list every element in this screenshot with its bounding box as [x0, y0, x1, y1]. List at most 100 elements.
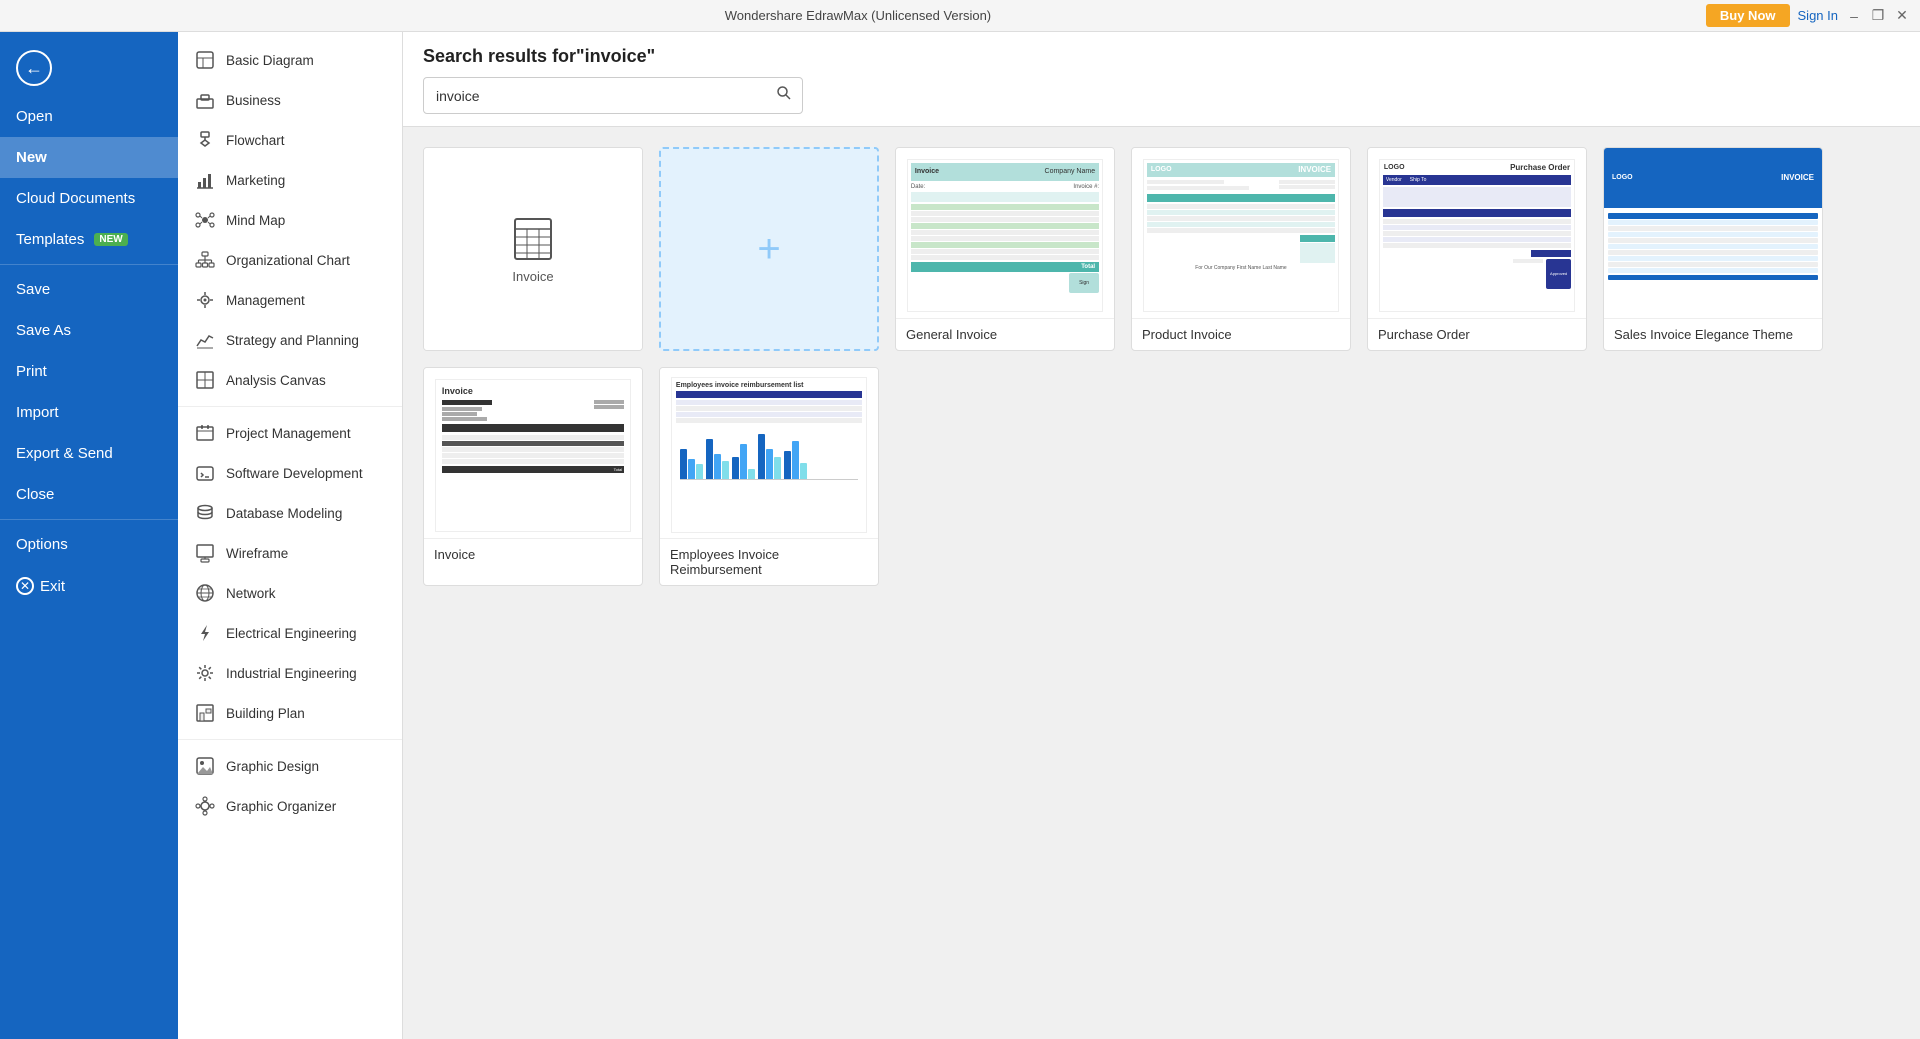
industrial-engineering-label: Industrial Engineering — [226, 666, 357, 681]
graphic-design-label: Graphic Design — [226, 759, 319, 774]
close-label: Close — [16, 486, 54, 503]
category-analysis-canvas[interactable]: Analysis Canvas — [178, 360, 402, 400]
sign-in-button[interactable]: Sign In — [1798, 8, 1838, 23]
invoice-icon-text: Invoice — [512, 269, 553, 284]
purchase-order-label: Purchase Order — [1368, 318, 1586, 350]
product-invoice-card[interactable]: LOGO INVOICE — [1131, 147, 1351, 351]
purchase-order-card[interactable]: LOGO Purchase Order Vendor Ship To — [1367, 147, 1587, 351]
management-icon — [194, 289, 216, 311]
business-icon — [194, 89, 216, 111]
category-organizational-chart[interactable]: Organizational Chart — [178, 240, 402, 280]
invoice-reimbursement-thumb: Employees invoice reimbursement list — [660, 368, 878, 538]
maximize-button[interactable]: ❐ — [1870, 8, 1886, 24]
graphic-organizer-icon — [194, 795, 216, 817]
print-label: Print — [16, 363, 47, 380]
save-label: Save — [16, 281, 50, 298]
sidebar-item-print[interactable]: Print — [0, 351, 178, 392]
sidebar-item-export-send[interactable]: Export & Send — [0, 433, 178, 474]
invoice-table-icon — [509, 215, 557, 263]
general-invoice-card[interactable]: Invoice Company Name Date:Invoice #: — [895, 147, 1115, 351]
category-graphic-organizer[interactable]: Graphic Organizer — [178, 786, 402, 826]
sidebar: ← Open New Cloud Documents Templates NEW… — [0, 32, 178, 1039]
exit-circle-icon: ✕ — [16, 577, 34, 595]
sidebar-item-options[interactable]: Options — [0, 524, 178, 565]
search-bar[interactable] — [423, 77, 803, 114]
sidebar-item-save[interactable]: Save — [0, 269, 178, 310]
electrical-icon — [194, 622, 216, 644]
invoice-reimbursement-card[interactable]: Employees invoice reimbursement list — [659, 367, 879, 586]
category-software-development[interactable]: Software Development — [178, 453, 402, 493]
sidebar-divider-1 — [0, 264, 178, 265]
sales-invoice-thumb: LOGO INVOICE — [1604, 148, 1822, 318]
category-divider-2 — [178, 739, 402, 740]
category-wireframe[interactable]: Wireframe — [178, 533, 402, 573]
titlebar-actions: Buy Now Sign In – ❐ ✕ — [1706, 4, 1910, 27]
sidebar-item-cloud-documents[interactable]: Cloud Documents — [0, 178, 178, 219]
category-database-modeling[interactable]: Database Modeling — [178, 493, 402, 533]
flowchart-icon — [194, 129, 216, 151]
network-label: Network — [226, 586, 276, 601]
category-mind-map[interactable]: Mind Map — [178, 200, 402, 240]
sidebar-divider-2 — [0, 519, 178, 520]
save-as-label: Save As — [16, 322, 71, 339]
business-label: Business — [226, 93, 281, 108]
invoice-text-card[interactable]: Invoice — [423, 367, 643, 586]
category-management[interactable]: Management — [178, 280, 402, 320]
category-flowchart[interactable]: Flowchart — [178, 120, 402, 160]
graphic-organizer-label: Graphic Organizer — [226, 799, 336, 814]
project-mgmt-icon — [194, 422, 216, 444]
back-button[interactable]: ← — [0, 40, 178, 96]
org-chart-icon — [194, 249, 216, 271]
category-divider — [178, 406, 402, 407]
sidebar-item-close[interactable]: Close — [0, 474, 178, 515]
plus-icon: + — [757, 227, 780, 272]
category-graphic-design[interactable]: Graphic Design — [178, 746, 402, 786]
import-label: Import — [16, 404, 59, 421]
new-blank-template[interactable]: + — [659, 147, 879, 351]
database-modeling-label: Database Modeling — [226, 506, 342, 521]
category-network[interactable]: Network — [178, 573, 402, 613]
sidebar-item-save-as[interactable]: Save As — [0, 310, 178, 351]
category-electrical-engineering[interactable]: Electrical Engineering — [178, 613, 402, 653]
invoice-icon-card[interactable]: Invoice — [423, 147, 643, 351]
invoice-icon-thumb: Invoice — [424, 148, 642, 350]
sidebar-item-exit[interactable]: ✕ Exit — [0, 565, 178, 607]
sidebar-item-templates[interactable]: Templates NEW — [0, 219, 178, 260]
general-invoice-thumb: Invoice Company Name Date:Invoice #: — [896, 148, 1114, 318]
analysis-canvas-label: Analysis Canvas — [226, 373, 326, 388]
building-plan-label: Building Plan — [226, 706, 305, 721]
open-label: Open — [16, 108, 53, 125]
category-business[interactable]: Business — [178, 80, 402, 120]
main-layout: ← Open New Cloud Documents Templates NEW… — [0, 32, 1920, 1039]
minimize-button[interactable]: – — [1846, 8, 1862, 24]
category-marketing[interactable]: Marketing — [178, 160, 402, 200]
invoice-text-thumb: Invoice — [424, 368, 642, 538]
close-window-button[interactable]: ✕ — [1894, 8, 1910, 24]
invoice-reimbursement-label: Employees Invoice Reimbursement — [660, 538, 878, 585]
back-icon: ← — [16, 50, 52, 86]
sidebar-item-import[interactable]: Import — [0, 392, 178, 433]
buy-now-button[interactable]: Buy Now — [1706, 4, 1790, 27]
category-strategy-planning[interactable]: Strategy and Planning — [178, 320, 402, 360]
marketing-label: Marketing — [226, 173, 285, 188]
management-label: Management — [226, 293, 305, 308]
category-industrial-engineering[interactable]: Industrial Engineering — [178, 653, 402, 693]
strategy-icon — [194, 329, 216, 351]
content-area: Search results for"invoice" — [403, 32, 1920, 1039]
category-project-management[interactable]: Project Management — [178, 413, 402, 453]
mind-map-label: Mind Map — [226, 213, 285, 228]
basic-diagram-icon — [194, 49, 216, 71]
sidebar-item-open[interactable]: Open — [0, 96, 178, 137]
templates-badge: NEW — [94, 233, 127, 246]
search-button[interactable] — [766, 78, 802, 113]
basic-diagram-label: Basic Diagram — [226, 53, 314, 68]
category-building-plan[interactable]: Building Plan — [178, 693, 402, 733]
templates-grid: Invoice + Invoice Company Name Date:In — [403, 127, 1920, 1039]
search-input[interactable] — [424, 81, 766, 111]
sales-invoice-card[interactable]: LOGO INVOICE — [1603, 147, 1823, 351]
network-icon — [194, 582, 216, 604]
titlebar: Wondershare EdrawMax (Unlicensed Version… — [0, 0, 1920, 32]
category-basic-diagram[interactable]: Basic Diagram — [178, 40, 402, 80]
electrical-engineering-label: Electrical Engineering — [226, 626, 357, 641]
sidebar-item-new[interactable]: New — [0, 137, 178, 178]
